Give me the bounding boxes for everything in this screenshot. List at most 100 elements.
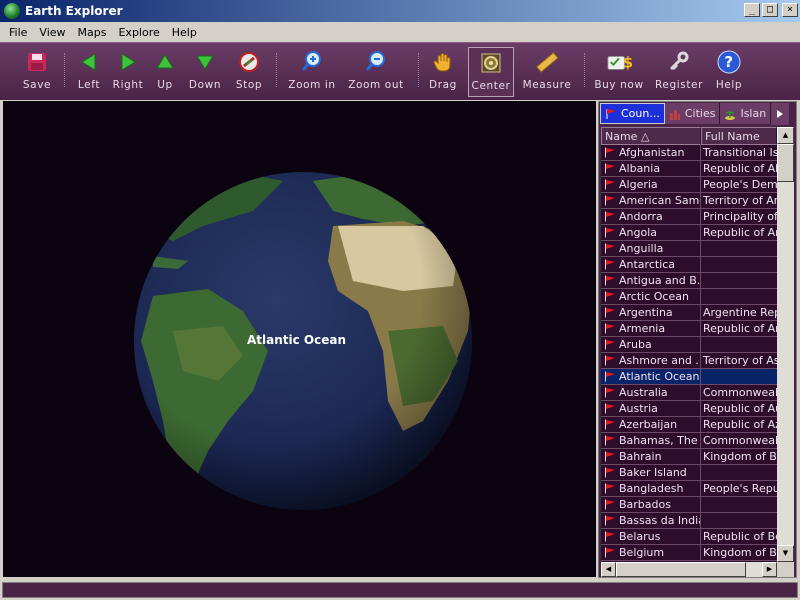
country-fullname-cell: Transitional Isla [703, 146, 777, 159]
map-view[interactable]: Atlantic Ocean [3, 101, 596, 577]
list-item[interactable]: Barbados [601, 497, 777, 513]
up-label: Up [157, 79, 173, 91]
list-item[interactable]: Baker Island [601, 465, 777, 481]
list-item[interactable]: Antarctica [601, 257, 777, 273]
list-item[interactable]: Albania Republic of Alb [601, 161, 777, 177]
country-name: Argentina [619, 306, 673, 319]
list-item[interactable]: Azerbaijan Republic of Aze [601, 417, 777, 433]
stop-icon [236, 49, 262, 75]
country-name: Belgium [619, 546, 665, 559]
red-flag-icon [605, 179, 615, 190]
red-flag-icon [605, 147, 615, 158]
city-icon [669, 109, 680, 120]
list-header: Name △ Full Name [601, 127, 777, 145]
country-name-cell: Ashmore and ... [601, 353, 701, 368]
country-name-cell: American Samoa [601, 193, 701, 208]
list-item[interactable]: Atlantic Ocean [601, 369, 777, 385]
list-item[interactable]: Aruba [601, 337, 777, 353]
red-flag-icon [605, 531, 615, 542]
country-name-cell: Argentina [601, 305, 701, 320]
red-flag-icon [605, 419, 615, 430]
column-name-header[interactable]: Name △ [601, 127, 701, 145]
zoom-out-button[interactable]: Zoom out [346, 47, 406, 97]
scroll-thumb[interactable] [777, 144, 794, 182]
list-item[interactable]: Australia Commonwealth [601, 385, 777, 401]
list-item[interactable]: Antigua and B... [601, 273, 777, 289]
country-name-cell: Austria [601, 401, 701, 416]
menu-explore[interactable]: Explore [112, 26, 165, 39]
list-item[interactable]: Algeria People's Democ [601, 177, 777, 193]
horizontal-scrollbar[interactable]: ◀ ▶ [601, 562, 777, 577]
list-item[interactable]: Afghanistan Transitional Isla [601, 145, 777, 161]
zoom-out-label: Zoom out [348, 79, 404, 91]
tab-countries[interactable]: Coun... [600, 103, 665, 124]
list-item[interactable]: Anguilla [601, 241, 777, 257]
measure-button[interactable]: Measure [520, 47, 574, 97]
country-fullname-cell: Republic of Ang [703, 226, 777, 239]
red-flag-icon [605, 371, 615, 382]
list-item[interactable]: Bangladesh People's Repub [601, 481, 777, 497]
country-name: Armenia [619, 322, 666, 335]
country-name-cell: Bangladesh [601, 481, 701, 496]
register-button[interactable]: Register [652, 47, 706, 97]
close-button[interactable]: × [782, 3, 798, 17]
red-flag-icon [605, 403, 615, 414]
scroll-up-button[interactable]: ▲ [777, 127, 794, 144]
tab-scroll-right[interactable] [771, 103, 790, 125]
country-name: Bangladesh [619, 482, 684, 495]
help-button[interactable]: ? Help [712, 47, 746, 97]
menu-view[interactable]: View [33, 26, 71, 39]
list-item[interactable]: Arctic Ocean [601, 289, 777, 305]
left-button[interactable]: Left [72, 47, 106, 97]
zoom-in-button[interactable]: Zoom in [286, 47, 338, 97]
stop-button[interactable]: Stop [232, 47, 266, 97]
list-item[interactable]: Armenia Republic of Arm [601, 321, 777, 337]
right-button[interactable]: Right [110, 47, 146, 97]
list-item[interactable]: Bahrain Kingdom of Bah [601, 449, 777, 465]
country-name: American Samoa [619, 194, 700, 207]
buy-now-button[interactable]: $ Buy now [592, 47, 646, 97]
stop-label: Stop [235, 79, 263, 91]
list-item[interactable]: Angola Republic of Ang [601, 225, 777, 241]
minimize-button[interactable]: _ [744, 3, 760, 17]
country-name-cell: Bahrain [601, 449, 701, 464]
down-button[interactable]: Down [186, 47, 224, 97]
list-item[interactable]: American SamoaTerritory of Am [601, 193, 777, 209]
maximize-button[interactable]: □ [762, 3, 778, 17]
list-item[interactable]: Belarus Republic of Bela [601, 529, 777, 545]
up-button[interactable]: Up [150, 47, 180, 97]
help-label: Help [715, 79, 743, 91]
menu-maps[interactable]: Maps [72, 26, 113, 39]
list-item[interactable]: Bahamas, The Commonwealth [601, 433, 777, 449]
left-label: Left [77, 79, 101, 91]
vertical-scrollbar[interactable]: ▲ ▼ [777, 127, 794, 562]
tab-islands[interactable]: Islan [720, 103, 772, 124]
drag-button[interactable]: Drag [426, 47, 460, 97]
country-name-cell: Australia [601, 385, 701, 400]
scroll-down-button[interactable]: ▼ [777, 545, 794, 562]
save-button[interactable]: Save [18, 47, 56, 97]
list-item[interactable]: Belgium Kingdom of Bel [601, 545, 777, 561]
country-fullname-cell: Republic of Aze [703, 418, 777, 431]
country-name: Algeria [619, 178, 658, 191]
scroll-left-button[interactable]: ◀ [601, 562, 616, 577]
country-name-cell: Antigua and B... [601, 273, 701, 288]
column-fullname-header[interactable]: Full Name [701, 127, 777, 145]
country-name: Bahamas, The [619, 434, 698, 447]
center-button[interactable]: Center [468, 47, 514, 97]
list-item[interactable]: Argentina Argentine Repu [601, 305, 777, 321]
list-item[interactable]: Austria Republic of Aus [601, 401, 777, 417]
list-item[interactable]: Ashmore and ...Territory of Ash [601, 353, 777, 369]
red-flag-icon [605, 259, 615, 270]
menu-help[interactable]: Help [166, 26, 203, 39]
menu-file[interactable]: File [3, 26, 33, 39]
list-item[interactable]: Andorra Principality of A [601, 209, 777, 225]
tab-cities[interactable]: Cities [664, 103, 721, 124]
countries-list[interactable]: Name △ Full Name Afghanistan Transitional… [601, 127, 777, 562]
country-fullname-cell [701, 369, 777, 384]
red-flag-icon [605, 243, 615, 254]
hscroll-thumb[interactable] [616, 562, 746, 577]
scroll-right-button[interactable]: ▶ [762, 562, 777, 577]
zoom-out-icon [363, 49, 389, 75]
list-item[interactable]: Bassas da India [601, 513, 777, 529]
